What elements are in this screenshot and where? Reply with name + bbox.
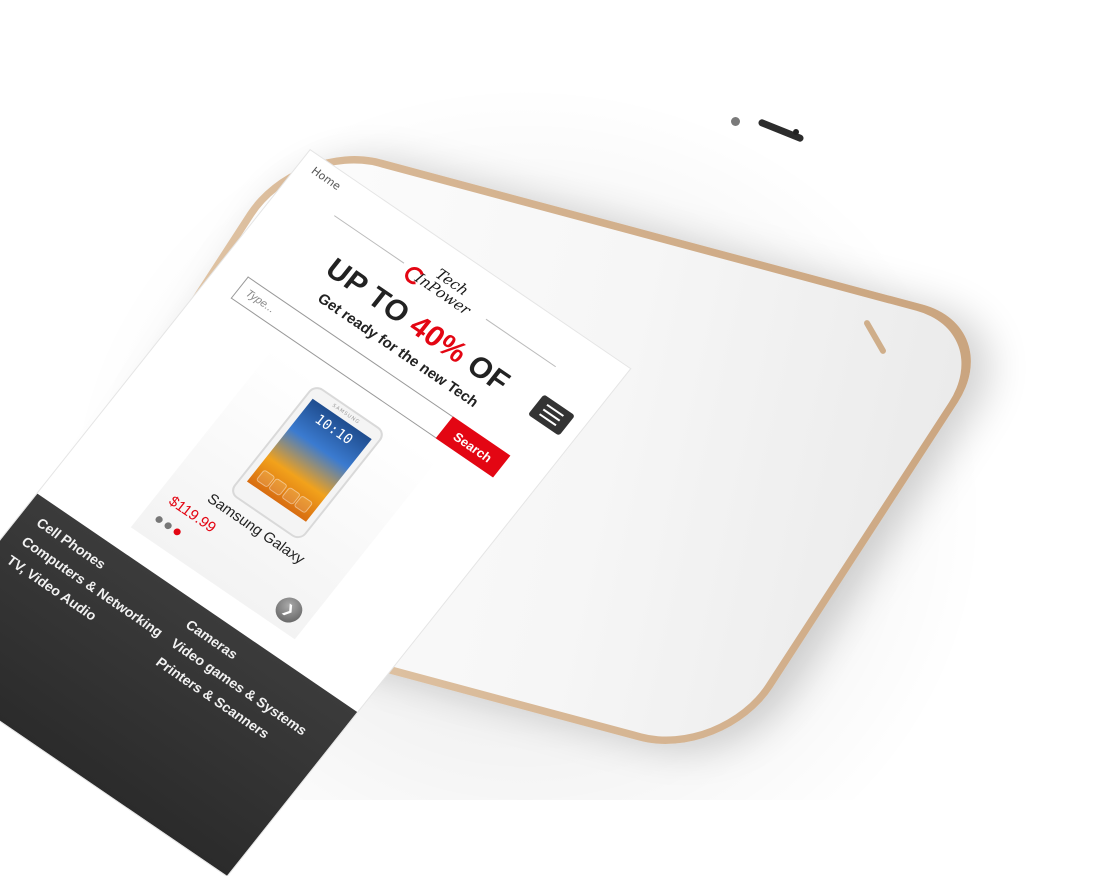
chevron-right-icon: ❯	[279, 601, 299, 619]
proximity-sensor	[793, 129, 799, 135]
carousel-dot[interactable]	[172, 527, 183, 537]
next-product-button[interactable]: ❯	[270, 592, 308, 628]
app-icons	[255, 469, 314, 514]
product-clock: 10:10	[311, 411, 356, 448]
carousel-dot[interactable]	[154, 514, 165, 525]
breadcrumb-home[interactable]: Home	[309, 164, 344, 192]
carousel-dots	[154, 514, 183, 537]
front-camera	[731, 117, 740, 126]
carousel-dot[interactable]	[163, 521, 174, 531]
